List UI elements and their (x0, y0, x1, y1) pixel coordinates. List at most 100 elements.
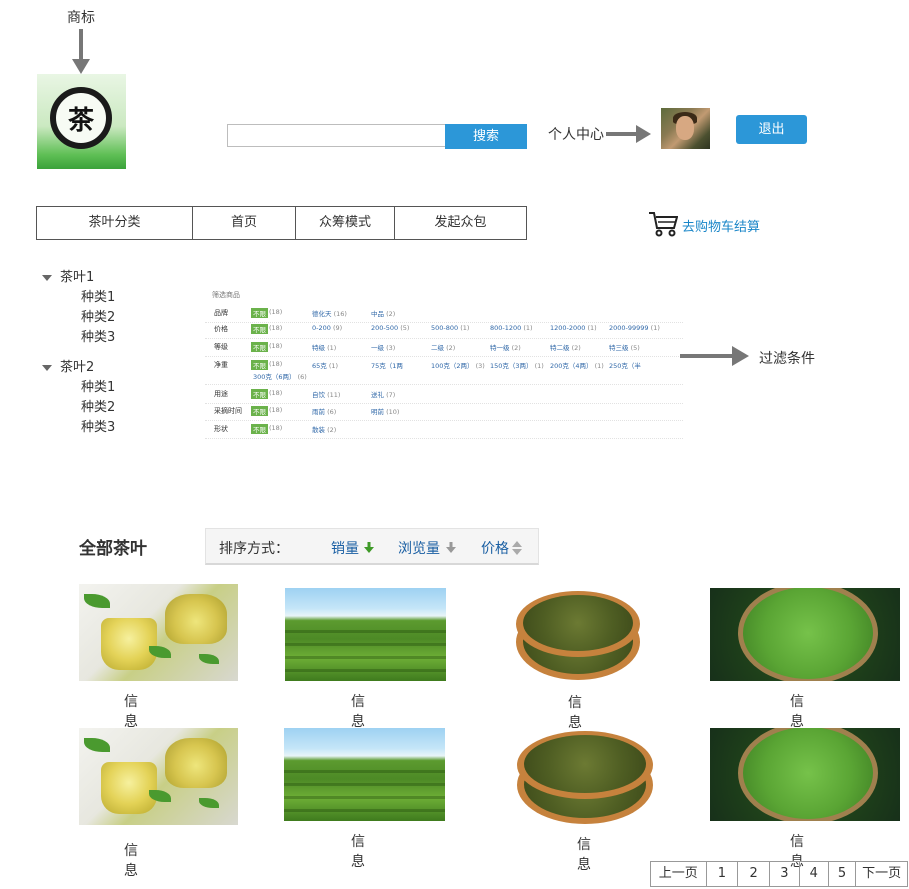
product-image[interactable] (285, 588, 446, 681)
product-image[interactable] (710, 588, 900, 681)
logo-annotation: 商标 (67, 10, 95, 26)
profile-annotation: 个人中心 (548, 127, 604, 143)
search-button[interactable]: 搜索 (445, 124, 527, 149)
filter-panel: 筛选商品 品牌 不限 (18) 德化天 (16) 中品 (2) 价格 不限 (18)… (205, 286, 683, 444)
filter-option[interactable]: 雨前 (6) (312, 406, 336, 416)
caret-down-icon (42, 365, 52, 371)
tree-item[interactable]: 种类3 (40, 418, 115, 438)
filter-option[interactable]: 200克（4两） (1) (550, 360, 604, 370)
tree-item[interactable]: 种类1 (40, 378, 115, 398)
section-title: 全部茶叶 (79, 539, 147, 559)
page-1-button[interactable]: 1 (707, 862, 739, 886)
tree-item[interactable]: 种类2 (40, 308, 115, 328)
brand-logo[interactable]: 茶 (37, 74, 126, 169)
filter-option[interactable]: 二级 (2) (431, 342, 455, 352)
arrow-down-green-icon (364, 542, 374, 553)
sort-by-sales[interactable]: 销量 (331, 538, 359, 558)
filter-annotation: 过滤条件 (759, 351, 815, 367)
next-page-button[interactable]: 下一页 (856, 862, 907, 886)
nav-item-categories[interactable]: 茶叶分类 (37, 207, 193, 239)
sort-bar: 排序方式： 销量 浏览量 价格 (205, 528, 539, 565)
nav-item-crowdsource[interactable]: 发起众包 (395, 207, 526, 239)
user-avatar[interactable] (661, 108, 710, 149)
filter-option[interactable]: 0-200 (9) (312, 324, 342, 332)
filter-option[interactable]: 自饮 (11) (312, 389, 340, 399)
tree-item[interactable]: 种类3 (40, 328, 115, 348)
product-image[interactable] (710, 728, 900, 821)
product-image[interactable] (79, 584, 238, 681)
filter-option[interactable]: 1200-2000 (1) (550, 324, 597, 332)
tree-group-tea1[interactable]: 茶叶1 (40, 268, 115, 288)
product-image[interactable] (79, 728, 238, 825)
filter-row-usage: 用途 不限 (18) 自饮 (11) 送礼 (7) (205, 389, 683, 404)
arrow-right-icon (680, 346, 749, 366)
filter-all-chip[interactable]: 不限 (251, 424, 268, 434)
filter-option[interactable]: 150克（3两） (1) (490, 360, 544, 370)
filter-option[interactable]: 300克（6两） (6) (253, 371, 307, 381)
filter-option[interactable]: 散装 (2) (312, 424, 336, 434)
page-2-button[interactable]: 2 (738, 862, 771, 886)
arrow-down-icon (72, 29, 90, 74)
filter-all-chip[interactable]: 不限 (251, 389, 268, 399)
logout-button[interactable]: 退出 (736, 115, 807, 144)
product-image[interactable] (513, 730, 656, 825)
filter-option[interactable]: 800-1200 (1) (490, 324, 533, 332)
filter-option[interactable]: 65克 (1) (312, 360, 338, 370)
filter-option[interactable]: 500-800 (1) (431, 324, 469, 332)
filter-option[interactable]: 特级 (1) (312, 342, 336, 352)
main-nav: 茶叶分类 首页 众筹模式 发起众包 (36, 206, 527, 240)
filter-option[interactable]: 特一级 (2) (490, 342, 521, 352)
caret-down-icon (42, 275, 52, 281)
product-image[interactable] (513, 590, 643, 682)
shopping-cart-icon[interactable] (648, 210, 678, 238)
filter-row-price: 价格 不限 (18) 0-200 (9) 200-500 (5) 500-800 … (205, 324, 683, 339)
filter-option[interactable]: 200-500 (5) (371, 324, 409, 332)
arrow-right-icon (606, 125, 651, 143)
filter-option[interactable]: 2000-99999 (1) (609, 324, 660, 332)
tree-item[interactable]: 种类2 (40, 398, 115, 418)
filter-option[interactable]: 特三级 (5) (609, 342, 640, 352)
filter-option[interactable]: 特二级 (2) (550, 342, 581, 352)
page-4-button[interactable]: 4 (800, 862, 829, 886)
sort-label: 排序方式： (219, 541, 289, 557)
filter-header: 筛选商品 (212, 291, 240, 299)
page-3-button[interactable]: 3 (770, 862, 800, 886)
prev-page-button[interactable]: 上一页 (651, 862, 707, 886)
tree-group-tea2[interactable]: 茶叶2 (40, 358, 115, 378)
product-info: 信息 (351, 694, 365, 730)
filter-row-shape: 形状 不限 (18) 散装 (2) (205, 424, 683, 439)
nav-item-crowdfunding[interactable]: 众筹模式 (296, 207, 395, 239)
sort-by-views[interactable]: 浏览量 (398, 538, 440, 558)
page-5-button[interactable]: 5 (829, 862, 857, 886)
product-info: 信息 (124, 843, 138, 879)
filter-row-weight: 净重 不限 (18) 65克 (1) 75克（1两 100克（2两） (3) 15… (205, 360, 683, 385)
filter-all-chip[interactable]: 不限 (251, 406, 268, 416)
filter-row-grade: 等级 不限 (18) 特级 (1) 一级 (3) 二级 (2) 特一级 (2) 特… (205, 342, 683, 357)
filter-option[interactable]: 75克（1两 (371, 360, 403, 370)
filter-option[interactable]: 250克（半 (609, 360, 641, 370)
search-input[interactable] (227, 124, 445, 147)
filter-all-chip[interactable]: 不限 (251, 342, 268, 352)
product-info: 信息 (568, 695, 582, 731)
nav-item-home[interactable]: 首页 (193, 207, 296, 239)
product-info: 信息 (124, 694, 138, 730)
filter-option[interactable]: 一级 (3) (371, 342, 395, 352)
checkout-cart-link[interactable]: 去购物车结算 (682, 216, 760, 235)
product-image[interactable] (284, 728, 445, 821)
tree-item[interactable]: 种类1 (40, 288, 115, 308)
filter-option[interactable]: 明前 (10) (371, 406, 399, 416)
filter-option[interactable]: 送礼 (7) (371, 389, 395, 399)
filter-option[interactable]: 100克（2两） (3) (431, 360, 485, 370)
filter-row-brand: 品牌 不限 (18) 德化天 (16) 中品 (2) (205, 308, 683, 323)
product-info: 信息 (790, 694, 804, 730)
sort-by-price[interactable]: 价格 (481, 538, 509, 558)
sort-up-down-icon (512, 541, 522, 555)
filter-all-chip[interactable]: 不限 (251, 308, 268, 318)
product-info: 信息 (577, 837, 591, 873)
filter-all-chip[interactable]: 不限 (251, 360, 268, 370)
filter-all-chip[interactable]: 不限 (251, 324, 268, 334)
tea-logo-icon: 茶 (50, 87, 112, 149)
filter-option[interactable]: 中品 (2) (371, 308, 395, 318)
filter-option[interactable]: 德化天 (16) (312, 308, 347, 318)
pagination: 上一页 1 2 3 4 5 下一页 (650, 861, 908, 887)
